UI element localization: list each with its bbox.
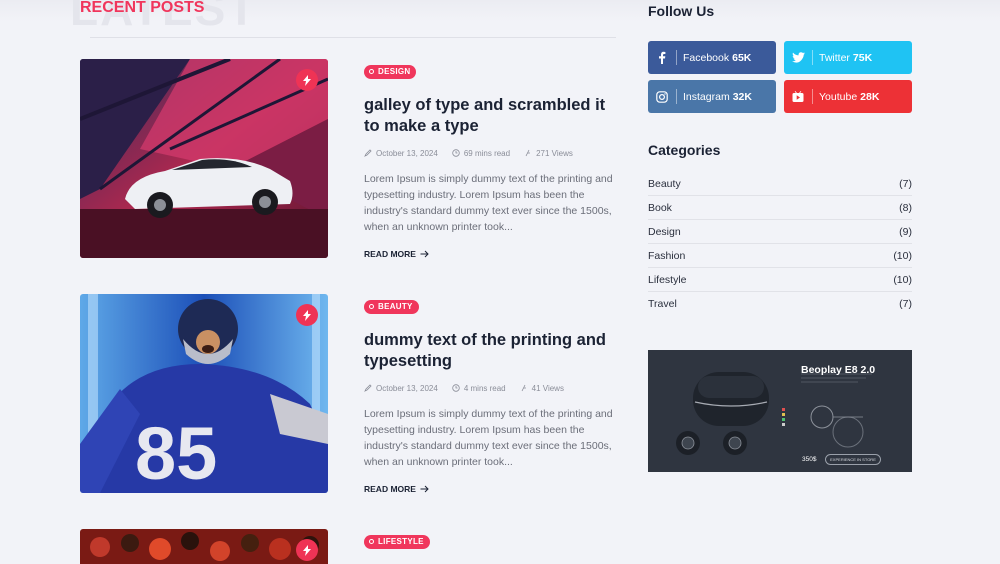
badge-dot-icon <box>369 539 374 544</box>
category-count: (10) <box>893 249 912 262</box>
category-name: Travel <box>648 298 677 310</box>
social-name: Twitter <box>819 51 850 64</box>
section-divider <box>90 37 616 38</box>
separator <box>812 50 813 65</box>
twitter-icon <box>784 52 812 63</box>
clock-icon <box>452 149 460 157</box>
post-meta: October 13, 2024 69 mins read 271 Views <box>364 148 624 158</box>
social-count: 65K <box>732 51 752 64</box>
instagram-icon <box>648 90 676 103</box>
flash-icon <box>296 539 318 561</box>
read-time-text: 4 mins read <box>463 383 506 393</box>
read-more-link[interactable]: READ MORE <box>364 484 624 494</box>
category-name: Design <box>648 225 681 238</box>
youtube-icon <box>784 90 812 103</box>
category-item-beauty[interactable]: Beauty (7) <box>648 172 912 196</box>
post-title[interactable]: galley of type and scrambled it to make … <box>364 95 624 137</box>
social-count: 28K <box>860 90 880 103</box>
category-count: (7) <box>899 298 912 310</box>
facebook-button[interactable]: Facebook 65K <box>648 41 776 74</box>
post-thumbnail-crowd[interactable] <box>80 529 328 564</box>
ad-title: Beoplay E8 2.0 <box>801 364 876 376</box>
post-date: October 13, 2024 <box>364 149 438 158</box>
arrow-right-icon <box>420 250 429 258</box>
category-list: Beauty (7) Book (8) Design (9) Fashion (10) … <box>648 172 912 316</box>
post-excerpt: Lorem Ipsum is simply dummy text of the … <box>364 173 613 233</box>
separator <box>812 89 813 104</box>
social-name: Youtube <box>819 90 858 103</box>
category-count: (8) <box>899 201 912 214</box>
separator <box>676 89 677 104</box>
social-count: 75K <box>852 51 873 64</box>
category-name: Beauty <box>648 177 681 190</box>
clock-icon <box>452 384 460 392</box>
follow-us-title: Follow Us <box>648 3 715 19</box>
post-read-time: 69 mins read <box>452 149 510 158</box>
social-name: Instagram <box>683 90 730 103</box>
category-count: (7) <box>899 177 912 190</box>
ad-button[interactable]: EXPERIENCE IN STORE <box>825 454 881 465</box>
ad-price: 350$ <box>802 456 817 463</box>
post-views: 41 Views <box>520 384 564 393</box>
date-text: October 13, 2024 <box>376 383 438 393</box>
pen-icon <box>364 149 372 157</box>
read-more-label: READ MORE <box>364 249 416 259</box>
category-name: Fashion <box>648 249 686 262</box>
category-item-design[interactable]: Design (9) <box>648 220 912 244</box>
read-more-label: READ MORE <box>364 484 416 494</box>
views-icon <box>525 149 531 157</box>
views-text: 41 Views <box>531 383 564 393</box>
read-more-link[interactable]: READ MORE <box>364 249 624 259</box>
views-text: 271 Views <box>536 148 573 158</box>
badge-dot-icon <box>369 69 374 74</box>
category-name: Lifestyle <box>648 273 687 286</box>
post-title[interactable]: dummy text of the printing and typesetti… <box>364 330 624 372</box>
category-name: Book <box>648 201 672 214</box>
section-title: RECENT POSTS <box>80 0 205 16</box>
youtube-button[interactable]: Youtube 28K <box>784 80 912 113</box>
pen-icon <box>364 384 372 392</box>
separator <box>676 50 677 65</box>
post-read-time: 4 mins read <box>452 384 506 393</box>
category-item-lifestyle[interactable]: Lifestyle (10) <box>648 268 912 292</box>
date-text: October 13, 2024 <box>376 148 438 158</box>
post-excerpt: Lorem Ipsum is simply dummy text of the … <box>364 408 613 468</box>
categories-title: Categories <box>648 142 721 158</box>
facebook-icon <box>648 51 676 64</box>
post-thumbnail-car[interactable] <box>80 59 328 258</box>
category-count: (9) <box>899 225 912 238</box>
post-body: BEAUTY dummy text of the printing and ty… <box>364 296 624 494</box>
post-meta: October 13, 2024 4 mins read 41 Views <box>364 383 624 393</box>
category-item-travel[interactable]: Travel (7) <box>648 292 912 316</box>
post-body: LIFESTYLE <box>364 531 624 549</box>
social-name: Facebook <box>683 51 730 64</box>
badge-label: BEAUTY <box>378 302 413 311</box>
category-item-fashion[interactable]: Fashion (10) <box>648 244 912 268</box>
badge-label: DESIGN <box>378 67 411 76</box>
category-count: (10) <box>893 273 912 286</box>
post-thumbnail-football[interactable]: 85 <box>80 294 328 493</box>
views-icon <box>521 384 526 392</box>
arrow-right-icon <box>420 485 429 493</box>
social-count: 32K <box>732 90 752 103</box>
svg-text:85: 85 <box>135 412 217 493</box>
category-badge[interactable]: DESIGN <box>364 64 417 79</box>
badge-label: LIFESTYLE <box>378 537 424 546</box>
flash-icon <box>296 69 318 91</box>
post-views: 271 Views <box>524 149 573 158</box>
category-badge[interactable]: BEAUTY <box>364 299 419 314</box>
category-badge[interactable]: LIFESTYLE <box>364 534 430 549</box>
flash-icon <box>296 304 318 326</box>
read-time-text: 69 mins read <box>463 148 511 158</box>
category-item-book[interactable]: Book (8) <box>648 196 912 220</box>
badge-dot-icon <box>369 304 374 309</box>
instagram-button[interactable]: Instagram 32K <box>648 80 776 113</box>
post-body: DESIGN galley of type and scrambled it t… <box>364 61 624 259</box>
post-date: October 13, 2024 <box>364 384 438 393</box>
twitter-button[interactable]: Twitter 75K <box>784 41 912 74</box>
advertisement-banner[interactable]: Beoplay E8 2.0 350$ EXPERIENCE IN STORE <box>648 350 912 472</box>
